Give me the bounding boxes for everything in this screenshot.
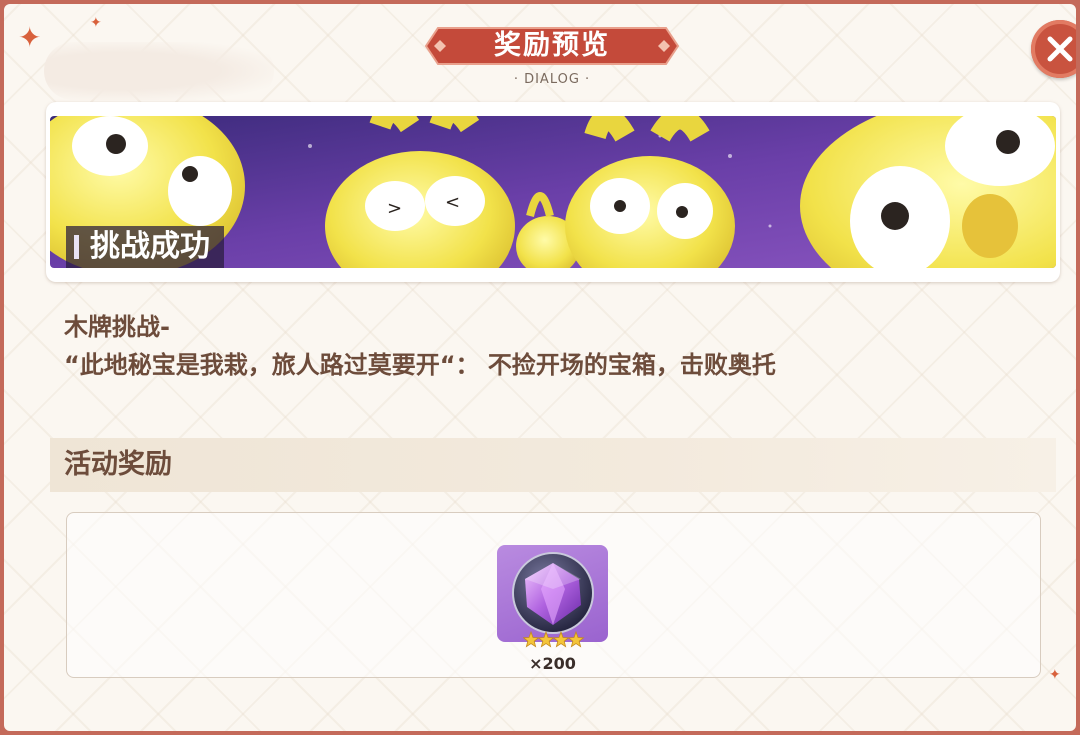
- challenge-description: 木牌挑战- “此地秘宝是我栽，旅人路过莫要开“： 不捡开场的宝箱，击败奥托: [64, 308, 1044, 384]
- close-button[interactable]: [1031, 20, 1076, 78]
- challenge-requirement: “此地秘宝是我栽，旅人路过莫要开“： 不捡开场的宝箱，击败奥托: [64, 351, 776, 379]
- dialog-subtitle: · DIALOG ·: [513, 72, 591, 87]
- svg-text:<: <: [445, 192, 460, 213]
- reward-item-gem[interactable]: [497, 545, 608, 642]
- activity-rewards-header: 活动奖励: [50, 438, 1056, 492]
- challenge-success-text: 挑战成功: [90, 229, 210, 264]
- maple-leaf-small-icon: ✦: [90, 15, 102, 31]
- label-accent-bar: [74, 235, 79, 259]
- purple-gem-icon: [512, 552, 594, 634]
- rarity-stars: [523, 631, 585, 648]
- challenge-success-label: 挑战成功: [66, 226, 224, 268]
- challenge-name: 木牌挑战-: [64, 313, 170, 341]
- activity-rewards-title: 活动奖励: [64, 449, 172, 480]
- close-icon: [1047, 36, 1073, 62]
- title-banner: 奖励预览: [424, 24, 680, 68]
- dialog-title: 奖励预览: [494, 30, 610, 61]
- maple-leaf-corner-icon: ✦: [1049, 667, 1061, 683]
- reward-quantity: ×200: [529, 654, 576, 673]
- svg-text:>: >: [387, 198, 402, 219]
- maple-leaf-icon: ✦: [18, 21, 42, 54]
- blurred-decoration: [44, 42, 274, 100]
- reward-preview-dialog: ✦ ✦ ✦ 奖励预览 · DIALOG · > < 挑战成功 木牌挑战- “此地…: [0, 0, 1080, 735]
